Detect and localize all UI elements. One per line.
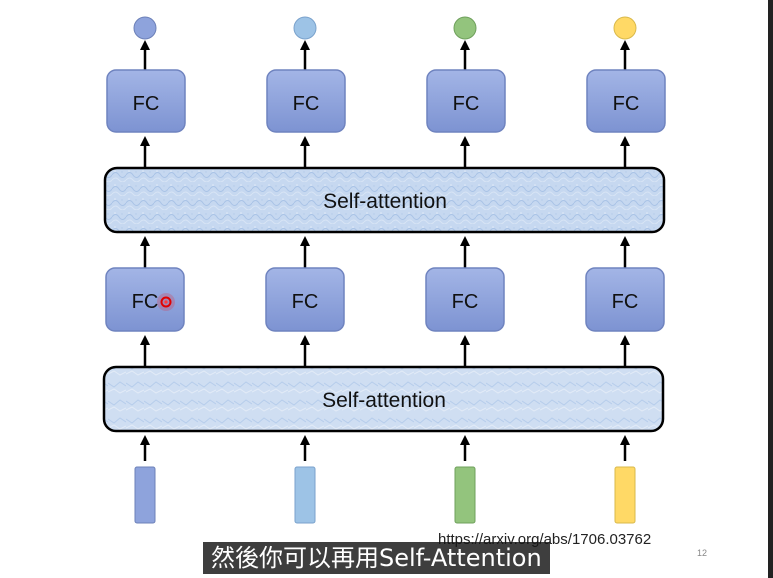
- arrows-fc-to-attn-top: [140, 236, 630, 268]
- output-circles: [133, 16, 637, 40]
- laser-pointer-dot: [157, 293, 175, 311]
- fc-label-bottom-4: FC: [612, 291, 639, 313]
- right-edge-border: [768, 0, 773, 578]
- self-attention-block-bottom: Self-attention: [102, 365, 665, 433]
- fc-label-bottom-3: FC: [452, 291, 479, 313]
- fc-layer-bottom: FC FC FC FC: [105, 267, 665, 332]
- input-vector-4: [614, 466, 636, 524]
- fc-label-top-3: FC: [453, 93, 480, 115]
- input-vector-3: [454, 466, 476, 524]
- fc-label-top-2: FC: [293, 93, 320, 115]
- arrows-attn-top-to-fc: [140, 136, 630, 168]
- arrows-inputs-to-attn: [140, 435, 630, 461]
- input-vector-2: [294, 466, 316, 524]
- slide-page-number: 12: [697, 548, 708, 558]
- self-attention-label-bottom: Self-attention: [322, 389, 446, 412]
- video-subtitle: 然後你可以再用Self-Attention: [203, 542, 550, 574]
- self-attention-block-top: Self-attention: [103, 166, 666, 234]
- output-circle-3: [453, 16, 477, 40]
- transformer-stack-diagram: FC FC FC FC Self-attention FC FC FC FC S…: [102, 16, 666, 524]
- arrows-to-outputs: [140, 40, 630, 70]
- output-circle-2: [293, 16, 317, 40]
- input-vectors: [134, 466, 636, 524]
- output-circle-4: [613, 16, 637, 40]
- self-attention-label-top: Self-attention: [323, 190, 447, 213]
- fc-layer-top: FC FC FC FC: [106, 69, 666, 133]
- arrows-attn-bottom-to-fc: [140, 335, 630, 367]
- output-circle-1: [133, 16, 157, 40]
- fc-label-bottom-2: FC: [292, 291, 319, 313]
- fc-label-top-4: FC: [613, 93, 640, 115]
- fc-label-top-1: FC: [133, 93, 160, 115]
- input-vector-1: [134, 466, 156, 524]
- fc-label-bottom-1: FC: [132, 291, 159, 313]
